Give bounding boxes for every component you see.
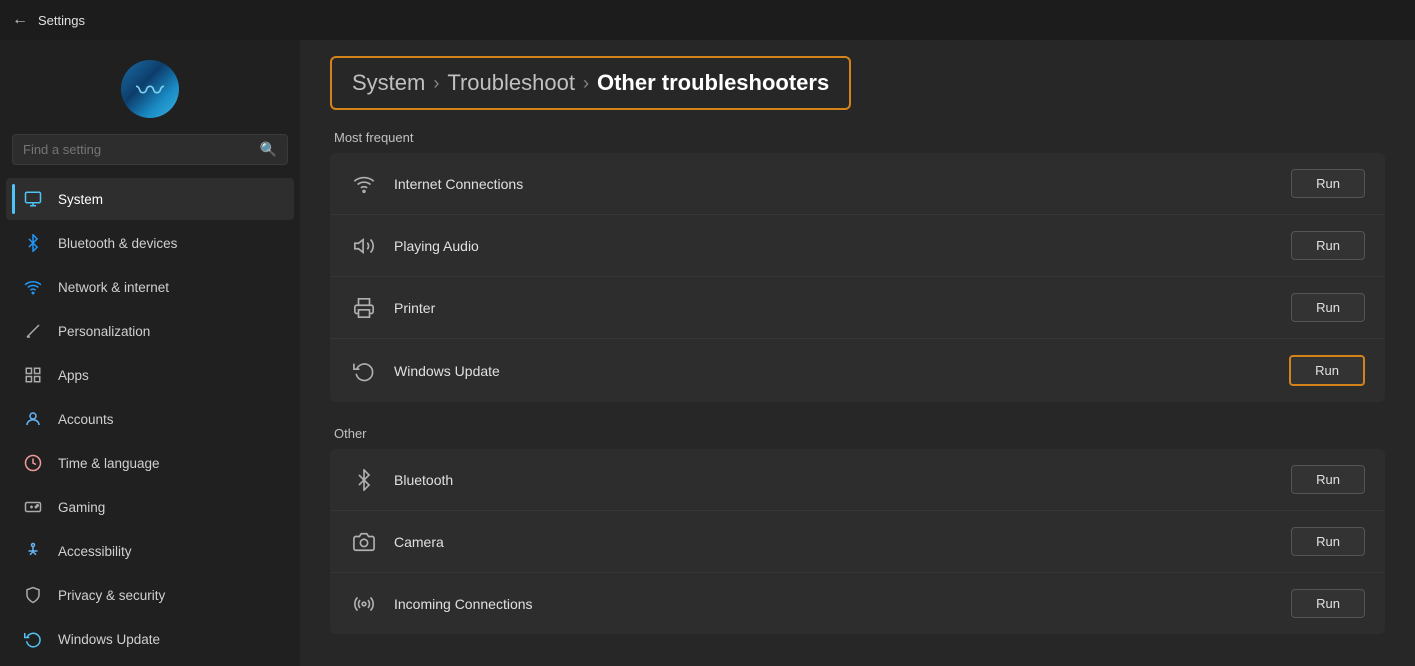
sidebar-item-gaming[interactable]: Gaming — [6, 486, 294, 528]
sidebar-item-gaming-label: Gaming — [58, 500, 105, 515]
breadcrumb-troubleshoot: Troubleshoot — [447, 70, 575, 96]
incoming-icon — [350, 590, 378, 618]
audio-run-button[interactable]: Run — [1291, 231, 1365, 260]
gaming-icon — [22, 496, 44, 518]
sidebar: 〰 🔍 System Bluetooth & devices — [0, 40, 300, 666]
sidebar-item-network[interactable]: Network & internet — [6, 266, 294, 308]
bluetooth-ts-icon — [350, 466, 378, 494]
windows-update-run-button[interactable]: Run — [1289, 355, 1365, 386]
internet-run-button[interactable]: Run — [1291, 169, 1365, 198]
sidebar-item-personalization-label: Personalization — [58, 324, 150, 339]
content-area: System › Troubleshoot › Other troublesho… — [300, 40, 1415, 666]
back-button[interactable]: ← — [12, 11, 28, 29]
app-title: Settings — [38, 13, 85, 28]
printer-run-button[interactable]: Run — [1291, 293, 1365, 322]
sidebar-item-apps-label: Apps — [58, 368, 89, 383]
sidebar-item-accessibility-label: Accessibility — [58, 544, 132, 559]
main-layout: 〰 🔍 System Bluetooth & devices — [0, 40, 1415, 666]
search-input[interactable] — [23, 142, 252, 157]
sidebar-item-privacy-label: Privacy & security — [58, 588, 165, 603]
breadcrumb-chevron-1: › — [433, 73, 439, 94]
accessibility-icon — [22, 540, 44, 562]
sidebar-item-windows-update[interactable]: Windows Update — [6, 618, 294, 660]
troubleshooter-camera: Camera Run — [330, 511, 1385, 573]
troubleshooter-printer: Printer Run — [330, 277, 1385, 339]
most-frequent-title: Most frequent — [330, 130, 1385, 145]
sidebar-item-system[interactable]: System — [6, 178, 294, 220]
troubleshooter-windows-update: Windows Update Run — [330, 339, 1385, 402]
network-icon — [22, 276, 44, 298]
bluetooth-run-button[interactable]: Run — [1291, 465, 1365, 494]
windows-update-ts-icon — [350, 357, 378, 385]
breadcrumb-system: System — [352, 70, 425, 96]
avatar-container: 〰 — [0, 40, 300, 134]
bluetooth-ts-name: Bluetooth — [394, 472, 1275, 488]
camera-run-button[interactable]: Run — [1291, 527, 1365, 556]
privacy-icon — [22, 584, 44, 606]
internet-icon — [350, 170, 378, 198]
printer-name: Printer — [394, 300, 1275, 316]
apps-icon — [22, 364, 44, 386]
breadcrumb-chevron-2: › — [583, 73, 589, 94]
troubleshooter-internet: Internet Connections Run — [330, 153, 1385, 215]
incoming-name: Incoming Connections — [394, 596, 1275, 612]
time-icon — [22, 452, 44, 474]
sidebar-nav: System Bluetooth & devices Network & int… — [0, 177, 300, 661]
system-icon — [22, 188, 44, 210]
breadcrumb: System › Troubleshoot › Other troublesho… — [330, 56, 851, 110]
sidebar-item-personalization[interactable]: Personalization — [6, 310, 294, 352]
windows-update-icon — [22, 628, 44, 650]
bluetooth-icon — [22, 232, 44, 254]
sidebar-item-system-label: System — [58, 192, 103, 207]
title-bar: ← Settings — [0, 0, 1415, 40]
personalization-icon — [22, 320, 44, 342]
audio-icon — [350, 232, 378, 260]
sidebar-item-windows-update-label: Windows Update — [58, 632, 160, 647]
sidebar-item-bluetooth[interactable]: Bluetooth & devices — [6, 222, 294, 264]
search-icon: 🔍 — [260, 141, 277, 158]
troubleshooter-bluetooth: Bluetooth Run — [330, 449, 1385, 511]
sidebar-item-bluetooth-label: Bluetooth & devices — [58, 236, 177, 251]
breadcrumb-other-troubleshooters: Other troubleshooters — [597, 70, 829, 96]
accounts-icon — [22, 408, 44, 430]
camera-icon — [350, 528, 378, 556]
incoming-run-button[interactable]: Run — [1291, 589, 1365, 618]
sidebar-item-accounts[interactable]: Accounts — [6, 398, 294, 440]
audio-name: Playing Audio — [394, 238, 1275, 254]
other-title: Other — [330, 426, 1385, 441]
sidebar-item-accessibility[interactable]: Accessibility — [6, 530, 294, 572]
sidebar-item-accounts-label: Accounts — [58, 412, 114, 427]
troubleshooter-incoming: Incoming Connections Run — [330, 573, 1385, 634]
sidebar-item-apps[interactable]: Apps — [6, 354, 294, 396]
search-box[interactable]: 🔍 — [12, 134, 288, 165]
sidebar-item-time[interactable]: Time & language — [6, 442, 294, 484]
sidebar-item-privacy[interactable]: Privacy & security — [6, 574, 294, 616]
windows-update-ts-name: Windows Update — [394, 363, 1273, 379]
other-list: Bluetooth Run Camera Run Incoming Connec… — [330, 449, 1385, 634]
internet-name: Internet Connections — [394, 176, 1275, 192]
printer-icon — [350, 294, 378, 322]
avatar: 〰 — [121, 60, 179, 118]
troubleshooter-audio: Playing Audio Run — [330, 215, 1385, 277]
sidebar-item-time-label: Time & language — [58, 456, 160, 471]
camera-name: Camera — [394, 534, 1275, 550]
most-frequent-list: Internet Connections Run Playing Audio R… — [330, 153, 1385, 402]
sidebar-item-network-label: Network & internet — [58, 280, 169, 295]
